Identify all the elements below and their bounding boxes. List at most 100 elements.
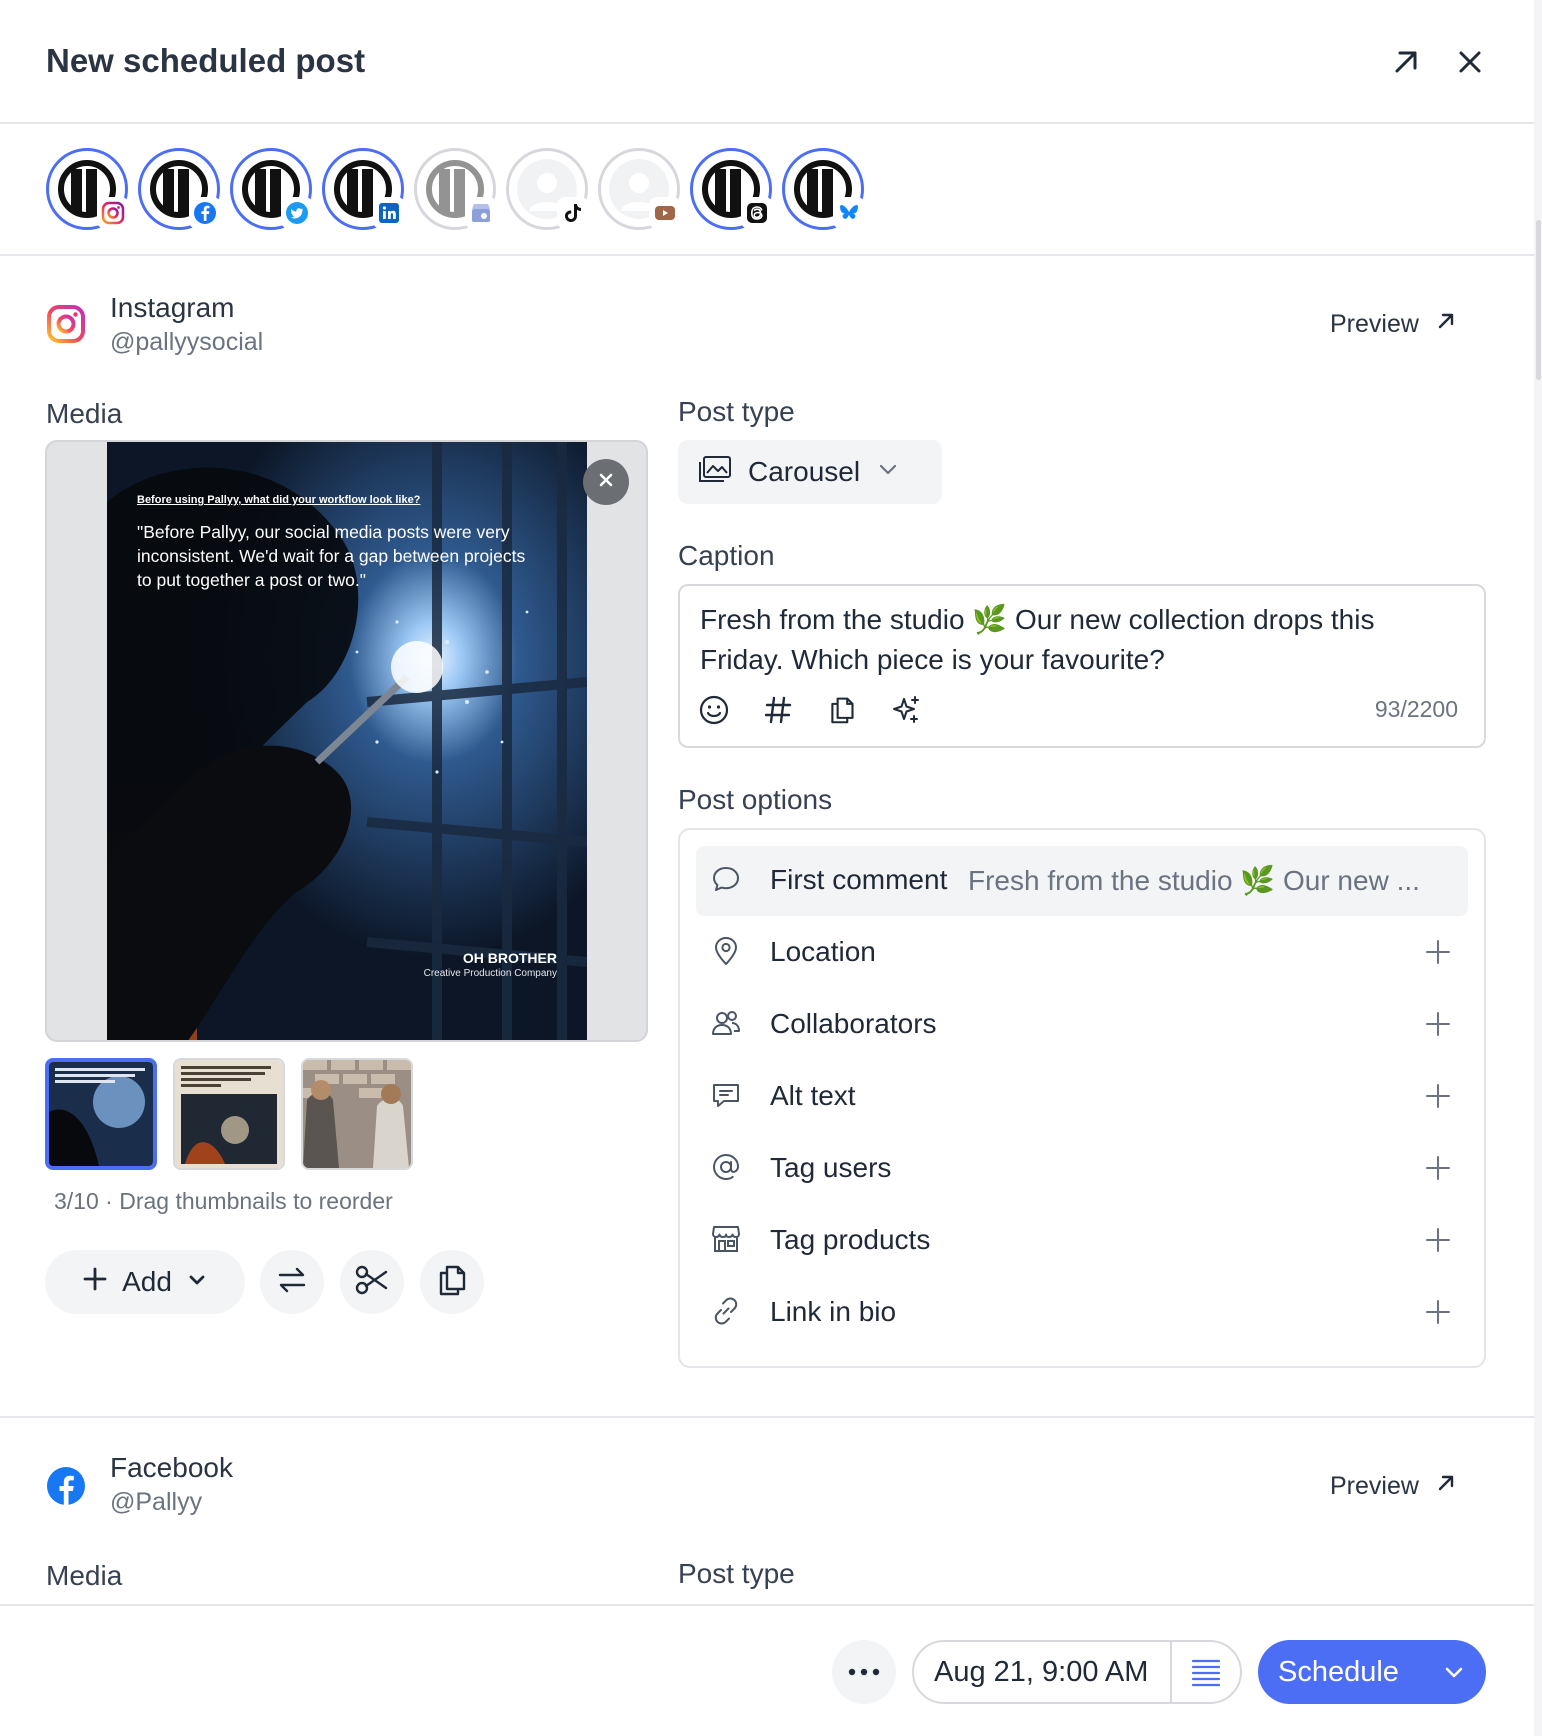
queue-list-icon[interactable] [1172, 1642, 1240, 1702]
emoji-icon[interactable] [696, 692, 732, 728]
thumbnail-1[interactable] [45, 1058, 157, 1170]
option-first-comment[interactable]: First comment Fresh from the studio 🌿 Ou… [696, 846, 1468, 916]
carousel-image: Before using Pallyy, what did your workf… [107, 442, 587, 1040]
account-threads[interactable] [690, 148, 773, 230]
google-business-icon [465, 197, 497, 229]
option-location[interactable]: Location [696, 918, 1468, 988]
thumbnail-3[interactable] [301, 1058, 413, 1170]
arrow-up-right-icon [1435, 1472, 1457, 1501]
post-type-label: Post type [678, 396, 795, 427]
more-options-button[interactable] [832, 1640, 896, 1704]
comment-icon [710, 863, 742, 895]
account-tiktok[interactable] [506, 148, 589, 230]
location-pin-icon [710, 935, 742, 967]
schedule-date-picker[interactable]: Aug 21, 9:00 AM [912, 1640, 1242, 1704]
reorder-hint: 3/10 · Drag thumbnails to reorder [54, 1188, 393, 1214]
account-selector [0, 126, 1534, 256]
caption-editor[interactable]: Fresh from the studio 🌿 Our new collecti… [678, 584, 1486, 748]
thumbnail-2[interactable] [173, 1058, 285, 1170]
carousel-icon [698, 455, 732, 490]
youtube-icon [649, 197, 681, 229]
account-bluesky[interactable] [782, 148, 865, 230]
scissors-icon [354, 1262, 390, 1303]
caption-counter: 93/2200 [1374, 696, 1458, 722]
swap-media-button[interactable] [260, 1250, 324, 1314]
account-twitter[interactable] [230, 148, 313, 230]
swap-arrows-icon [275, 1263, 309, 1302]
post-options-label: Post options [678, 784, 833, 815]
network-handle: @Pallyy [110, 1488, 203, 1516]
image-brand-sub: Creative Production Company [423, 968, 557, 979]
option-collaborators[interactable]: Collaborators [696, 990, 1468, 1060]
option-tag-products[interactable]: Tag products [696, 1206, 1468, 1276]
preview-label: Preview [1330, 310, 1419, 338]
crop-media-button[interactable] [340, 1250, 404, 1314]
modal-header: New scheduled post [0, 0, 1534, 124]
plus-icon [1424, 1226, 1452, 1254]
instagram-section-header: Instagram @pallyysocial Preview [0, 268, 1534, 358]
schedule-button[interactable]: Schedule [1258, 1640, 1486, 1704]
plus-icon [1424, 938, 1452, 966]
media-label: Media [46, 1560, 123, 1591]
plus-icon [1424, 1010, 1452, 1038]
section-divider [0, 1416, 1534, 1418]
facebook-section-header: Facebook @Pallyy Preview [0, 1430, 1534, 1520]
post-type-select[interactable]: Carousel [678, 440, 942, 504]
modal-title: New scheduled post [46, 42, 366, 79]
network-name: Facebook [110, 1452, 233, 1483]
more-dots-icon [848, 1663, 880, 1681]
option-label: First comment [770, 864, 948, 895]
image-quote: "Before Pallyy, our social media posts w… [137, 522, 526, 590]
option-label: Location [770, 936, 876, 967]
schedule-date: Aug 21, 9:00 AM [914, 1642, 1172, 1702]
option-tag-users[interactable]: Tag users [696, 1134, 1468, 1204]
option-label: Tag users [770, 1152, 892, 1183]
threads-icon [741, 197, 773, 229]
preview-button[interactable]: Preview [1330, 310, 1457, 339]
scrollbar-thumb[interactable] [1536, 220, 1541, 380]
instagram-icon [46, 304, 86, 344]
plus-icon [1424, 1082, 1452, 1110]
account-linkedin[interactable] [322, 148, 405, 230]
facebook-icon [189, 197, 221, 229]
media-label: Media [46, 398, 123, 429]
arrow-up-right-icon [1435, 310, 1457, 339]
option-label: Tag products [770, 1224, 931, 1255]
account-youtube[interactable] [598, 148, 681, 230]
users-icon [710, 1007, 742, 1039]
post-type-label: Post type [678, 1558, 795, 1589]
network-handle: @pallyysocial [110, 328, 264, 356]
post-type-value: Carousel [748, 456, 861, 487]
modal-footer: Aug 21, 9:00 AM Schedule [0, 1604, 1534, 1736]
copy-icon [436, 1263, 468, 1302]
instagram-icon [97, 197, 129, 229]
expand-icon[interactable] [1388, 44, 1424, 80]
copy-media-button[interactable] [420, 1250, 484, 1314]
schedule-label: Schedule [1278, 1655, 1399, 1688]
close-icon[interactable] [1452, 44, 1488, 80]
account-facebook[interactable] [138, 148, 221, 230]
remove-media-button[interactable] [583, 459, 629, 505]
hashtag-icon[interactable] [760, 692, 796, 728]
option-alt-text[interactable]: Alt text [696, 1062, 1468, 1132]
tiktok-icon [557, 197, 589, 229]
chevron-down-icon [876, 456, 900, 488]
store-icon [710, 1223, 742, 1255]
linkedin-icon [373, 197, 405, 229]
copy-icon[interactable] [824, 692, 860, 728]
post-options-list: First comment Fresh from the studio 🌿 Ou… [678, 828, 1486, 1368]
option-link-in-bio[interactable]: Link in bio [696, 1278, 1468, 1348]
add-media-button[interactable]: Add [45, 1250, 245, 1314]
add-label: Add [122, 1266, 172, 1297]
plus-icon [1424, 1154, 1452, 1182]
account-instagram[interactable] [46, 148, 129, 230]
twitter-icon [281, 197, 313, 229]
caption-text[interactable]: Fresh from the studio 🌿 Our new collecti… [700, 600, 1460, 680]
account-google-business[interactable] [414, 148, 497, 230]
chevron-down-icon [186, 1266, 208, 1298]
ai-sparkle-icon[interactable] [888, 692, 924, 728]
preview-button[interactable]: Preview [1330, 1472, 1457, 1501]
chevron-down-icon[interactable] [1426, 1660, 1482, 1684]
post-composer-modal: New scheduled post Instagram @pallyysoci… [0, 0, 1534, 1736]
media-preview: Before using Pallyy, what did your workf… [45, 440, 648, 1042]
